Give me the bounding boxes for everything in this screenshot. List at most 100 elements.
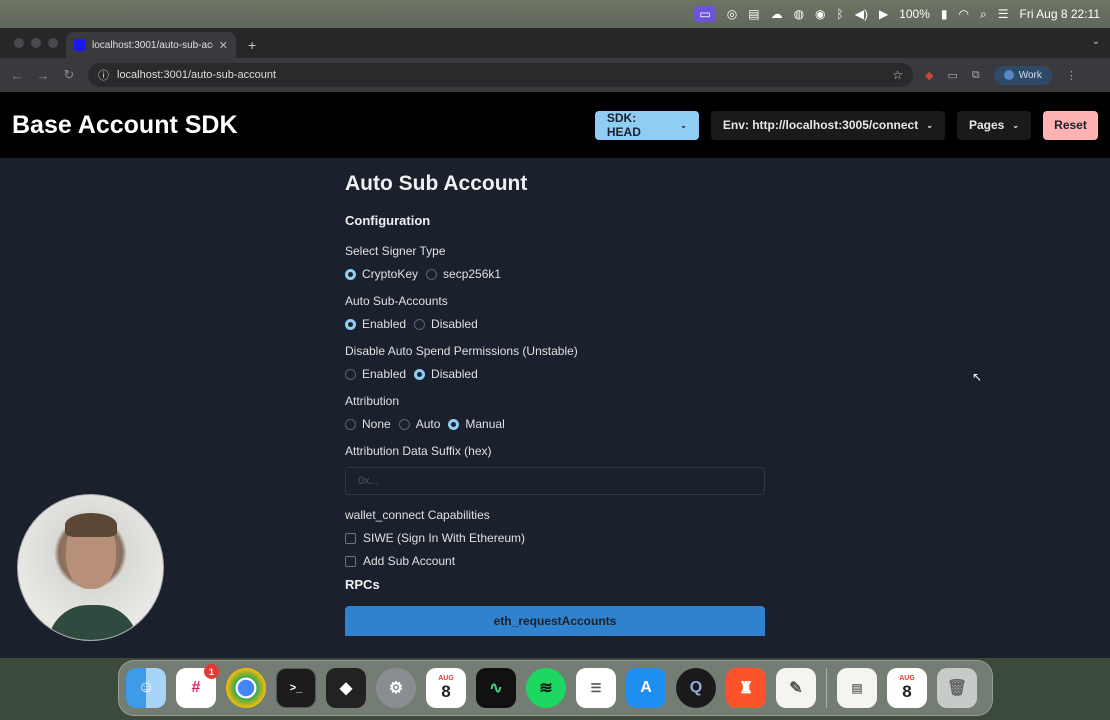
favicon-icon	[74, 39, 86, 51]
browser-tab[interactable]: localhost:3001/auto-sub-acc ✕	[66, 32, 236, 58]
quicktime-icon[interactable]: Q	[676, 668, 716, 708]
chevron-down-icon: ⌄	[1012, 120, 1019, 130]
radio-button[interactable]	[414, 318, 426, 330]
page-title: Auto Sub Account	[345, 172, 528, 195]
clock[interactable]: Fri Aug 8 22:11	[1020, 8, 1101, 20]
chrome-icon[interactable]	[226, 668, 266, 708]
env-button[interactable]: Env: http://localhost:3005/connect ⌄	[710, 110, 945, 140]
activity-monitor-icon[interactable]: ∿	[476, 668, 516, 708]
suffix-group: Attribution Data Suffix (hex) 0x...	[345, 444, 765, 495]
checkbox-siwe[interactable]: SIWE (Sign In With Ethereum)	[345, 531, 765, 545]
tab-search-icon[interactable]: ⌄	[1092, 36, 1100, 47]
disable-spend-radios: Enabled Disabled	[345, 367, 765, 381]
checkbox[interactable]	[345, 532, 356, 544]
new-tab-icon[interactable]: +	[248, 37, 256, 53]
forward-icon[interactable]: →	[36, 68, 50, 83]
screen-share-icon[interactable]: ▭	[694, 6, 716, 22]
radio-auto-sub-disabled[interactable]: Disabled	[414, 317, 478, 331]
eth-request-accounts-button[interactable]: eth_requestAccounts	[345, 606, 765, 636]
auto-sub-accounts-group: Auto Sub-Accounts Enabled Disabled	[345, 294, 765, 331]
radio-cryptokey[interactable]: CryptoKey	[345, 267, 418, 281]
auto-sub-accounts-radios: Enabled Disabled	[345, 317, 765, 331]
globe-icon[interactable]: ◍	[794, 8, 804, 20]
suffix-input[interactable]: 0x...	[345, 467, 765, 495]
radio-attribution-none[interactable]: None	[345, 417, 391, 431]
radio-button[interactable]	[345, 318, 356, 330]
radio-attribution-manual[interactable]: Manual	[448, 417, 505, 431]
pages-button[interactable]: Pages ⌄	[956, 110, 1031, 140]
bluetooth-icon[interactable]: ᛒ	[837, 8, 844, 20]
slack-badge: 1	[204, 664, 219, 679]
radio-spend-disabled[interactable]: Disabled	[414, 367, 478, 381]
vpn-icon[interactable]: ◉	[815, 8, 825, 20]
volume-icon[interactable]: ◀)	[855, 8, 868, 20]
sdk-button-label: SDK: HEAD	[606, 111, 641, 139]
menu-bar-status: ▭ ◎ ▤ ☁ ◍ ◉ ᛒ ◀) ▶ 100% ▮ ◠ ⌕ ☰ Fri Aug …	[694, 6, 1100, 22]
profile-avatar-icon	[1003, 70, 1014, 80]
app-store-icon[interactable]: A	[626, 668, 666, 708]
play-icon[interactable]: ▶	[879, 8, 888, 20]
cloud-icon[interactable]: ☁	[771, 8, 783, 20]
bookmark-star-icon[interactable]: ☆	[892, 68, 903, 82]
radio-secp256k1[interactable]: secp256k1	[426, 267, 501, 281]
extension-icon[interactable]: ◆	[925, 69, 933, 82]
brave-icon[interactable]: ♜	[726, 668, 766, 708]
checkbox[interactable]	[345, 555, 356, 567]
minimize-window-icon[interactable]	[31, 38, 41, 48]
close-tab-icon[interactable]: ✕	[219, 39, 228, 52]
document-icon[interactable]: ▤	[837, 668, 877, 708]
disable-spend-label: Disable Auto Spend Permissions (Unstable…	[345, 344, 578, 358]
reset-button[interactable]: Reset	[1043, 110, 1098, 140]
chevron-down-icon: ⌄	[926, 120, 933, 130]
wifi-icon[interactable]: ◠	[959, 8, 969, 20]
disable-spend-group: Disable Auto Spend Permissions (Unstable…	[345, 344, 765, 381]
trash-icon[interactable]: 🗑	[937, 668, 977, 708]
radio-spend-enabled[interactable]: Enabled	[345, 367, 406, 381]
signer-type-label: Select Signer Type	[345, 244, 446, 258]
radio-button[interactable]	[345, 418, 356, 430]
cursor-app-icon[interactable]: ◆	[326, 668, 366, 708]
checkbox-add-sub-account[interactable]: Add Sub Account	[345, 554, 765, 568]
cast-icon[interactable]: ▭	[947, 69, 957, 82]
system-settings-icon[interactable]: ⚙	[376, 668, 416, 708]
reload-icon[interactable]: ↻	[62, 67, 76, 83]
extensions-puzzle-icon[interactable]: ⧉	[972, 69, 980, 82]
back-icon[interactable]: ←	[10, 68, 24, 83]
textedit-icon[interactable]: ✎	[776, 668, 816, 708]
battery-label[interactable]: 100%	[899, 8, 930, 20]
close-window-icon[interactable]	[14, 38, 24, 48]
maximize-window-icon[interactable]	[48, 38, 58, 48]
radio-button[interactable]	[398, 418, 410, 430]
radio-button[interactable]	[426, 268, 438, 280]
radio-button[interactable]	[345, 268, 356, 280]
rpcs-heading: RPCs	[345, 577, 380, 592]
url-input[interactable]: ⓘ localhost:3001/auto-sub-account ☆	[88, 63, 913, 87]
radio-auto-sub-enabled[interactable]: Enabled	[345, 317, 406, 331]
radio-button[interactable]	[448, 418, 460, 430]
app-icon[interactable]: ◎	[727, 8, 737, 20]
profile-button[interactable]: Work	[993, 65, 1052, 85]
browser-window: localhost:3001/auto-sub-acc ✕ + ⌄ ← → ↻ …	[0, 28, 1110, 658]
slack-icon[interactable]: # 1	[176, 664, 219, 708]
radio-button[interactable]	[414, 368, 426, 380]
calendar-icon[interactable]: AUG 8	[426, 668, 466, 708]
radio-button[interactable]	[345, 368, 356, 380]
sdk-version-button[interactable]: SDK: HEAD ⌄	[594, 110, 699, 140]
auto-sub-accounts-label: Auto Sub-Accounts	[345, 294, 448, 308]
notes-icon[interactable]: ▤	[748, 8, 759, 20]
pages-button-label: Pages	[968, 118, 1005, 132]
reminders-icon[interactable]: ☰	[576, 668, 616, 708]
site-info-icon[interactable]: ⓘ	[98, 67, 109, 83]
terminal-icon[interactable]: >_	[276, 668, 316, 708]
radio-attribution-auto[interactable]: Auto	[398, 417, 440, 431]
spotlight-icon[interactable]: ⌕	[980, 8, 987, 20]
finder-icon[interactable]: ☺	[126, 668, 166, 708]
control-center-icon[interactable]: ☰	[998, 8, 1009, 20]
calendar-recent-icon[interactable]: AUG 8	[887, 668, 927, 708]
spotify-icon[interactable]: ≋	[526, 668, 566, 708]
brand-title: Base Account SDK	[12, 110, 238, 139]
attribution-group: Attribution None Auto Manual	[345, 394, 765, 431]
browser-menu-icon[interactable]: ⋮	[1066, 69, 1077, 82]
env-button-label: Env: http://localhost:3005/connect	[722, 118, 919, 132]
calendar-day: 8	[902, 681, 912, 701]
